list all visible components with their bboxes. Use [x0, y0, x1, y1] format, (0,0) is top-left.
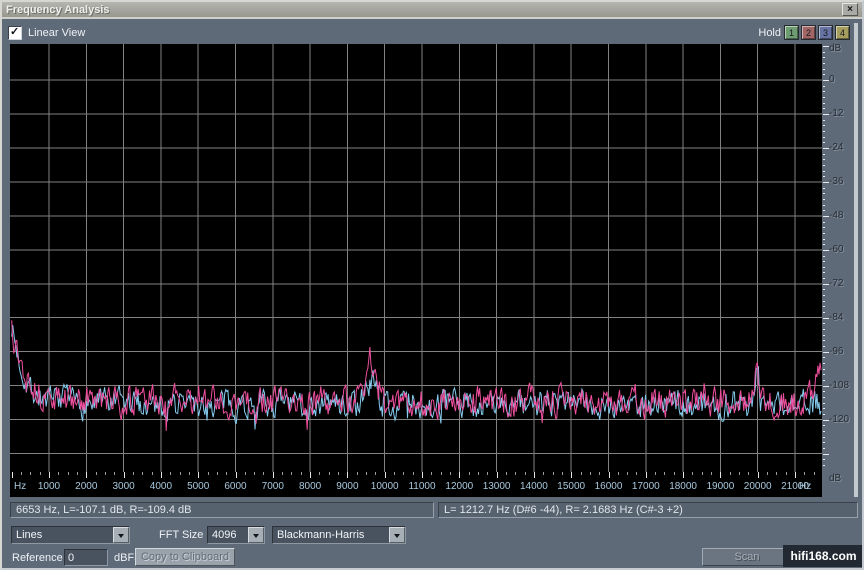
frequency-tick-label: 9000: [330, 481, 364, 492]
display-mode-value: Lines: [12, 528, 113, 543]
hold-buttons: 1234: [784, 25, 850, 40]
chevron-down-icon: [118, 534, 124, 541]
frequency-analysis-window: Frequency Analysis × ✓ Linear View Hold …: [0, 0, 864, 570]
right-edge-highlight: [854, 23, 858, 497]
frequency-axis: Hz 10002000 300040005000 6000700080009000 10…: [10, 472, 822, 497]
fft-size-label: FFT Size: [159, 529, 203, 541]
spectrum-plot[interactable]: [10, 44, 822, 472]
window-function-dropdown-button[interactable]: [389, 527, 405, 543]
frequency-tick-label: 16000: [592, 481, 626, 492]
window-function-value: Blackmann-Harris: [273, 528, 389, 543]
fft-size-select[interactable]: 4096: [207, 526, 265, 544]
frequency-tick-label: 14000: [517, 481, 551, 492]
scan-button[interactable]: Scan: [702, 548, 792, 566]
chevron-down-icon: [394, 534, 400, 541]
frequency-tick-label: 1000: [32, 481, 66, 492]
checkmark-icon: ✓: [10, 25, 19, 38]
fft-size-dropdown-button[interactable]: [248, 527, 264, 543]
display-mode-select[interactable]: Lines: [11, 526, 130, 544]
db-tick-label: -12: [829, 108, 843, 119]
hold-button-3[interactable]: 3: [818, 25, 833, 40]
db-tick-label: -120: [829, 414, 849, 425]
db-tick-label: -72: [829, 278, 843, 289]
frequency-tick-label: 11000: [405, 481, 439, 492]
window-title: Frequency Analysis: [6, 4, 842, 16]
db-tick-label: -36: [829, 176, 843, 187]
cursor-readout-text: 6653 Hz, L=-107.1 dB, R=-109.4 dB: [16, 504, 192, 516]
hold-controls: Hold 1234: [758, 25, 850, 40]
frequency-tick-label: 7000: [256, 481, 290, 492]
db-tick-label: -48: [829, 210, 843, 221]
reference-input[interactable]: [64, 549, 108, 566]
frequency-tick-label: 6000: [219, 481, 253, 492]
db-axis: dB 0 -12 -24 -36 -48 -60 -72 -84 -96 -108 -120 dB: [822, 44, 858, 497]
fft-size-value: 4096: [208, 528, 248, 543]
frequency-axis-unit-left: Hz: [14, 481, 26, 492]
toolbar: ✓ Linear View Hold 1234: [2, 21, 856, 44]
peak-frequency-field: L= 1212.7 Hz (D#6 -44), R= 2.1683 Hz (C#…: [438, 502, 858, 518]
frequency-tick-label: 10000: [368, 481, 402, 492]
frequency-tick-label: 17000: [629, 481, 663, 492]
db-tick-label: -24: [829, 142, 843, 153]
db-tick-label: -60: [829, 244, 843, 255]
hold-label: Hold: [758, 27, 781, 39]
title-bar[interactable]: Frequency Analysis ×: [2, 2, 862, 19]
frequency-tick-label: 4000: [144, 481, 178, 492]
copy-to-clipboard-button[interactable]: Copy to Clipboard: [135, 548, 235, 566]
close-icon: ×: [847, 5, 853, 14]
db-tick-label: -96: [829, 346, 843, 357]
frequency-tick-label: 2000: [69, 481, 103, 492]
display-mode-dropdown-button[interactable]: [113, 527, 129, 543]
frequency-tick-label: 5000: [181, 481, 215, 492]
frequency-tick-label: 12000: [442, 481, 476, 492]
hold-button-2[interactable]: 2: [801, 25, 816, 40]
frequency-tick-label: 19000: [703, 481, 737, 492]
db-tick-label: 0: [829, 74, 835, 85]
frequency-tick-label: 15000: [554, 481, 588, 492]
window-function-select[interactable]: Blackmann-Harris: [272, 526, 406, 544]
frequency-tick-label: 18000: [666, 481, 700, 492]
frequency-tick-label: 20000: [741, 481, 775, 492]
hold-button-1[interactable]: 1: [784, 25, 799, 40]
db-tick-label: -108: [829, 380, 849, 391]
watermark: hifi168.com: [783, 545, 864, 567]
db-tick-label: -84: [829, 312, 843, 323]
frequency-axis-unit-right: Hz: [799, 481, 811, 492]
db-axis-unit-top: dB: [829, 43, 841, 54]
close-button[interactable]: ×: [842, 3, 858, 16]
cursor-readout-field: 6653 Hz, L=-107.1 dB, R=-109.4 dB: [10, 502, 434, 518]
hold-button-4[interactable]: 4: [835, 25, 850, 40]
linear-view-label: Linear View: [28, 27, 85, 39]
frequency-tick-label: 3000: [107, 481, 141, 492]
reference-label: Reference: [12, 552, 63, 564]
chevron-down-icon: [253, 534, 259, 541]
peak-frequency-text: L= 1212.7 Hz (D#6 -44), R= 2.1683 Hz (C#…: [444, 504, 683, 516]
frequency-tick-label: 13000: [480, 481, 514, 492]
frequency-tick-label: 8000: [293, 481, 327, 492]
db-axis-unit-bottom: dB: [829, 473, 841, 484]
linear-view-checkbox[interactable]: ✓: [8, 26, 22, 40]
spectrum-traces: [10, 44, 822, 472]
